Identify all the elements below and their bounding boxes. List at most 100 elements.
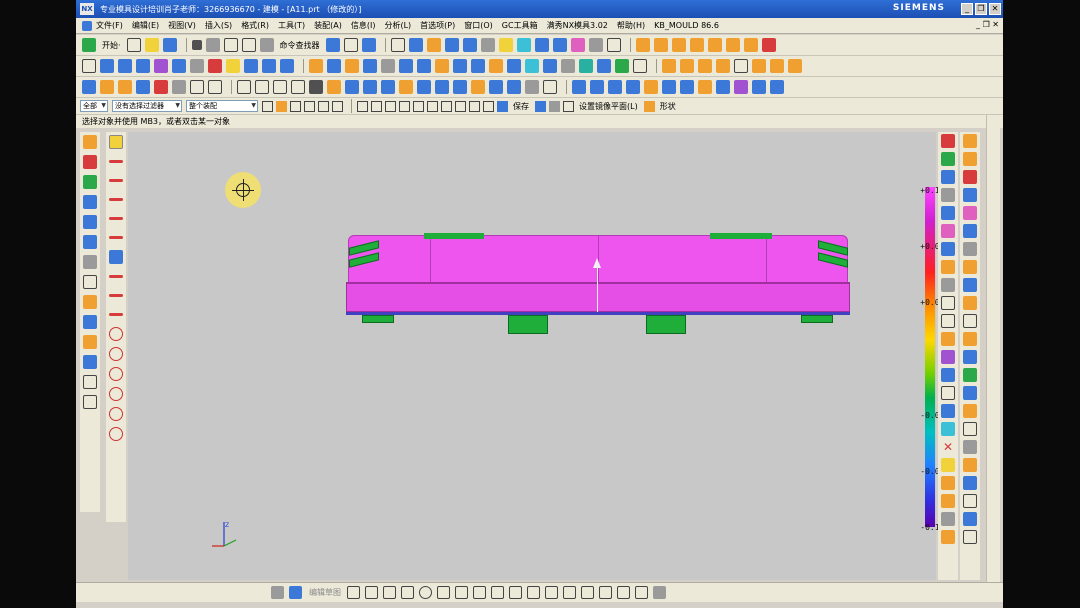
shape-button[interactable]: 形状 bbox=[660, 101, 676, 112]
r2-tool-9-icon[interactable] bbox=[963, 278, 977, 292]
r2-tool-5-icon[interactable] bbox=[963, 206, 977, 220]
r2-tool-17-icon[interactable] bbox=[963, 422, 977, 436]
menu-window[interactable]: 窗口(O) bbox=[464, 20, 493, 31]
text-icon[interactable] bbox=[309, 80, 323, 94]
sketch-settings-icon[interactable] bbox=[653, 586, 666, 599]
snap-intersection-icon[interactable] bbox=[332, 100, 343, 112]
snap-icon[interactable] bbox=[361, 38, 376, 52]
gap-analysis-icon[interactable] bbox=[770, 80, 784, 94]
fillet-curve-icon[interactable] bbox=[327, 80, 341, 94]
undo-icon[interactable] bbox=[223, 38, 238, 52]
thicken-icon[interactable] bbox=[597, 59, 611, 73]
r2-tool-1-icon[interactable] bbox=[963, 134, 977, 148]
measure-angle-icon[interactable] bbox=[590, 80, 604, 94]
offset-face-icon[interactable] bbox=[435, 59, 449, 73]
text-curve-icon[interactable] bbox=[734, 59, 748, 73]
point-snap-10-icon[interactable] bbox=[483, 100, 494, 112]
point-snap-5-icon[interactable] bbox=[413, 100, 424, 112]
filter-reset-icon[interactable] bbox=[262, 100, 273, 112]
extrude-icon[interactable] bbox=[100, 59, 114, 73]
menu-file[interactable]: 文件(F) bbox=[96, 20, 123, 31]
swept-icon[interactable] bbox=[118, 80, 132, 94]
r2-tool-23-icon[interactable] bbox=[963, 530, 977, 544]
ruled-icon[interactable] bbox=[136, 80, 150, 94]
system-materials-icon[interactable] bbox=[83, 275, 97, 289]
emboss-icon[interactable] bbox=[363, 80, 377, 94]
view-iso-icon[interactable] bbox=[534, 38, 549, 52]
notes-icon[interactable] bbox=[83, 395, 97, 409]
constraint-bottom-icon[interactable] bbox=[581, 586, 594, 599]
tube-icon[interactable] bbox=[345, 80, 359, 94]
r2-tool-16-icon[interactable] bbox=[963, 404, 977, 418]
profile-line-icon[interactable] bbox=[109, 160, 123, 163]
selection-filter-select[interactable]: 没有选择过滤器 bbox=[112, 100, 182, 112]
r2-tool-14-icon[interactable] bbox=[963, 368, 977, 382]
zoom-icon[interactable] bbox=[408, 38, 423, 52]
trim-bottom-icon[interactable] bbox=[527, 586, 540, 599]
finish-sketch-icon[interactable] bbox=[271, 586, 284, 599]
bounded-plane-icon[interactable] bbox=[190, 80, 204, 94]
fit-view-icon[interactable] bbox=[390, 38, 405, 52]
r1-tool-9-icon[interactable] bbox=[941, 278, 955, 292]
sketch-name-icon[interactable] bbox=[289, 586, 302, 599]
enlarge-icon[interactable] bbox=[489, 80, 503, 94]
measure-distance-icon[interactable] bbox=[572, 80, 586, 94]
vertical-scrollbar[interactable] bbox=[986, 115, 1000, 582]
edit-sketch-label[interactable]: 编辑草图 bbox=[309, 587, 341, 598]
radius-analysis-icon[interactable] bbox=[752, 80, 766, 94]
line-bottom-icon[interactable] bbox=[365, 586, 378, 599]
arc-icon[interactable] bbox=[255, 80, 269, 94]
interference-icon[interactable] bbox=[716, 80, 730, 94]
menu-view[interactable]: 视图(V) bbox=[168, 20, 196, 31]
view-top-icon[interactable] bbox=[552, 38, 567, 52]
reflection-icon[interactable] bbox=[734, 80, 748, 94]
r2-tool-11-icon[interactable] bbox=[963, 314, 977, 328]
open-folder-icon[interactable] bbox=[144, 38, 159, 52]
type-filter-select[interactable]: 全部 bbox=[80, 100, 108, 112]
menu-information[interactable]: 信息(I) bbox=[351, 20, 376, 31]
r1-tool-21-icon[interactable] bbox=[941, 494, 955, 508]
point-snap-8-icon[interactable] bbox=[455, 100, 466, 112]
paste-icon[interactable] bbox=[205, 38, 220, 52]
r1-tool-8-icon[interactable] bbox=[941, 260, 955, 274]
r1-tool-19-icon[interactable] bbox=[941, 458, 955, 472]
render-style-icon[interactable] bbox=[480, 38, 495, 52]
auto-constraint-icon[interactable] bbox=[617, 586, 630, 599]
delete-face-icon[interactable] bbox=[561, 59, 575, 73]
rectangle-icon[interactable] bbox=[273, 80, 287, 94]
polyline-icon[interactable] bbox=[291, 80, 305, 94]
point-snap-1-icon[interactable] bbox=[357, 100, 368, 112]
offset-surface-icon[interactable] bbox=[417, 80, 431, 94]
menu-tools[interactable]: 工具(T) bbox=[278, 20, 305, 31]
corner-bottom-icon[interactable] bbox=[563, 586, 576, 599]
selection-icon[interactable] bbox=[325, 38, 340, 52]
project-curve-icon[interactable] bbox=[716, 59, 730, 73]
divide-face-icon[interactable] bbox=[543, 80, 557, 94]
block-icon[interactable] bbox=[244, 59, 258, 73]
perspective-icon[interactable] bbox=[462, 38, 477, 52]
r1-tool-15-icon[interactable] bbox=[941, 386, 955, 400]
pattern-icon[interactable] bbox=[489, 59, 503, 73]
menu-gc-toolbox[interactable]: GC工具箱 bbox=[502, 20, 538, 31]
sphere-icon[interactable] bbox=[226, 59, 240, 73]
start-button[interactable]: 开始· bbox=[102, 40, 121, 51]
mold-wizard-icon-5[interactable] bbox=[707, 38, 722, 52]
restore-button[interactable]: ❐ bbox=[975, 3, 987, 15]
helix-icon[interactable] bbox=[752, 59, 766, 73]
curve-analysis-icon[interactable] bbox=[626, 80, 640, 94]
r1-tool-10-icon[interactable] bbox=[941, 296, 955, 310]
through-curves-icon[interactable] bbox=[82, 80, 96, 94]
extract-icon[interactable] bbox=[399, 80, 413, 94]
r1-tool-12-icon[interactable] bbox=[941, 332, 955, 346]
r2-tool-6-icon[interactable] bbox=[963, 224, 977, 238]
snap-center-icon[interactable] bbox=[304, 100, 315, 112]
rectangle-tool-icon[interactable] bbox=[109, 313, 123, 316]
rectangle-bottom-icon[interactable] bbox=[455, 586, 468, 599]
view-front-icon[interactable] bbox=[516, 38, 531, 52]
offset-curve-icon[interactable] bbox=[698, 59, 712, 73]
offset-bottom-icon[interactable] bbox=[509, 586, 522, 599]
orient-icon[interactable] bbox=[498, 38, 513, 52]
snap-midpoint-icon[interactable] bbox=[290, 100, 301, 112]
edge-blend-icon[interactable] bbox=[363, 59, 377, 73]
mirror-plane-icon-3[interactable] bbox=[563, 100, 574, 112]
